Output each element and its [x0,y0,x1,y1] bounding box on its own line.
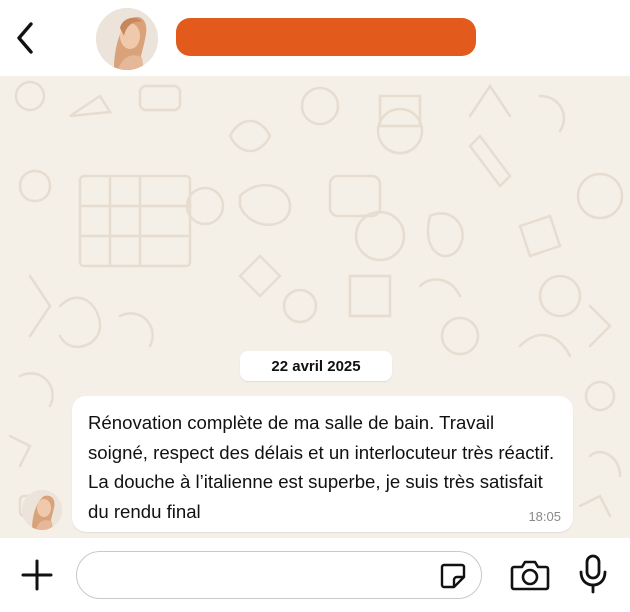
camera-icon[interactable] [510,559,550,591]
back-arrow-icon [17,22,33,54]
sender-avatar[interactable] [22,490,62,530]
plus-icon [21,559,53,591]
date-separator: 22 avril 2025 [240,351,392,381]
message-input[interactable] [76,551,482,599]
microphone-icon[interactable] [578,554,608,594]
message-text: Rénovation complète de ma salle de bain.… [88,412,555,522]
contact-name-redacted[interactable] [176,18,476,56]
sender-avatar-image [22,490,62,530]
composer-bar [0,538,630,612]
attach-button[interactable] [18,556,56,594]
avatar-image [96,8,158,70]
contact-avatar[interactable] [96,8,158,70]
message-timestamp: 18:05 [528,509,561,524]
message-bubble[interactable]: Rénovation complète de ma salle de bain.… [72,396,573,532]
chat-area: 22 avril 2025 Rénovation complète de ma … [0,76,630,538]
chat-header [0,0,630,76]
sticker-icon[interactable] [439,562,467,590]
back-button[interactable] [8,18,42,58]
